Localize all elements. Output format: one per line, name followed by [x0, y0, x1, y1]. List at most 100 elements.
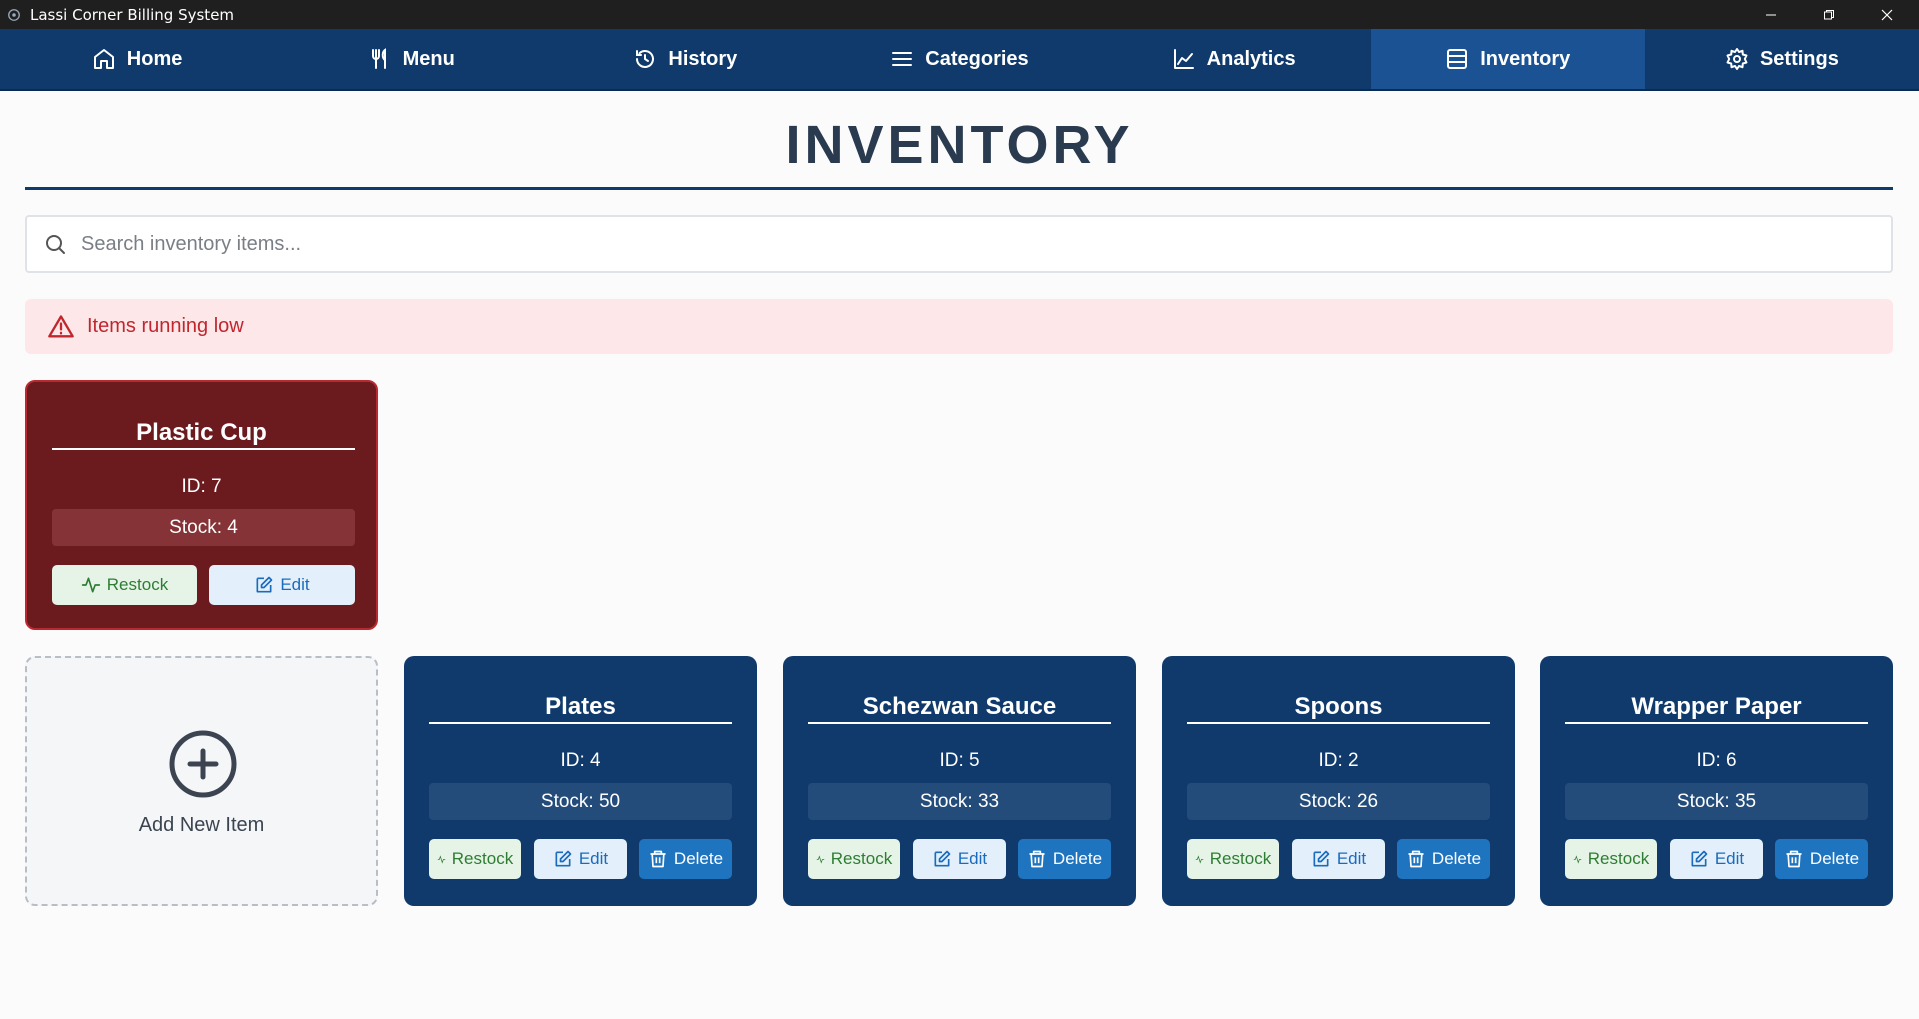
edit-icon — [555, 850, 572, 867]
home-icon — [93, 49, 114, 69]
item-name: Schezwan Sauce — [862, 693, 1057, 720]
item-stock: Stock: 33 — [808, 783, 1111, 820]
inventory-card: Wrapper Paper ID: 6 Stock: 35 Restock Ed… — [1540, 656, 1893, 906]
window-titlebar: Lassi Corner Billing System — [0, 0, 1919, 29]
inventory-card: Plates ID: 4 Stock: 50 Restock Edit Dele… — [404, 656, 757, 906]
activity-icon — [1195, 854, 1204, 864]
restock-label: Restock — [1209, 849, 1272, 868]
inventory-card: Spoons ID: 2 Stock: 26 Restock Edit Dele… — [1162, 656, 1515, 906]
edit-icon — [256, 576, 273, 593]
add-new-item-card[interactable]: Add New Item — [25, 656, 378, 906]
edit-label: Edit — [1714, 849, 1745, 868]
nav-label: History — [668, 47, 738, 70]
item-name: Plates — [545, 693, 616, 720]
card-divider — [429, 722, 732, 724]
item-stock: Stock: 50 — [429, 783, 732, 820]
card-divider — [1187, 722, 1490, 724]
edit-label: Edit — [1336, 849, 1367, 868]
item-id: ID: 2 — [1318, 750, 1359, 771]
inventory-icon — [1447, 49, 1468, 69]
minimize-icon[interactable] — [1742, 0, 1800, 29]
gear-icon — [1726, 48, 1748, 70]
trash-icon — [1786, 850, 1802, 868]
trash-icon — [1408, 850, 1424, 868]
item-stock: Stock: 26 — [1187, 783, 1490, 820]
search-icon — [46, 235, 65, 254]
edit-label: Edit — [280, 575, 310, 594]
title-divider — [25, 187, 1893, 190]
search-input[interactable] — [81, 232, 1891, 256]
delete-button[interactable]: Delete — [639, 839, 732, 879]
card-divider — [808, 722, 1111, 724]
card-divider — [52, 448, 355, 450]
nav-item-settings[interactable]: Settings — [1645, 29, 1919, 89]
edit-button[interactable]: Edit — [1670, 839, 1763, 879]
nav-item-menu[interactable]: Menu — [274, 29, 548, 89]
edit-button[interactable]: Edit — [1292, 839, 1385, 879]
activity-icon — [816, 854, 825, 864]
edit-button[interactable]: Edit — [913, 839, 1006, 879]
nav-item-categories[interactable]: Categories — [822, 29, 1096, 89]
restock-button[interactable]: Restock — [1565, 839, 1657, 879]
nav-label: Inventory — [1480, 47, 1571, 70]
nav-item-inventory[interactable]: Inventory — [1370, 29, 1645, 89]
edit-button[interactable]: Edit — [534, 839, 627, 879]
delete-label: Delete — [1052, 849, 1103, 868]
item-name: Plastic Cup — [136, 419, 267, 446]
item-id: ID: 4 — [560, 750, 601, 771]
add-new-item-label: Add New Item — [138, 814, 265, 836]
restock-button[interactable]: Restock — [1187, 839, 1279, 879]
restock-button[interactable]: Restock — [52, 565, 197, 605]
delete-button[interactable]: Delete — [1775, 839, 1868, 879]
close-icon[interactable] — [1858, 0, 1916, 29]
history-icon — [636, 50, 655, 68]
restock-button[interactable]: Restock — [808, 839, 900, 879]
edit-label: Edit — [578, 849, 609, 868]
nav-label: Categories — [925, 47, 1029, 70]
activity-icon — [1573, 854, 1582, 864]
edit-icon — [1691, 850, 1708, 867]
list-icon — [892, 52, 913, 66]
item-name: Spoons — [1294, 693, 1383, 720]
item-id: ID: 7 — [181, 476, 222, 497]
warning-icon — [48, 314, 74, 337]
activity-icon — [81, 577, 100, 593]
nav-label: Menu — [402, 47, 455, 70]
edit-icon — [1313, 850, 1330, 867]
chart-icon — [1173, 49, 1194, 69]
activity-icon — [437, 854, 446, 864]
card-divider — [1565, 722, 1868, 724]
fork-knife-icon — [371, 48, 386, 69]
nav-item-home[interactable]: Home — [0, 29, 274, 89]
trash-icon — [1029, 850, 1045, 868]
window-title: Lassi Corner Billing System — [30, 5, 235, 24]
nav-item-analytics[interactable]: Analytics — [1097, 29, 1371, 89]
low-stock-card: Plastic Cup ID: 7 Stock: 4 Restock Edit — [25, 380, 378, 630]
item-stock: Stock: 4 — [52, 509, 355, 546]
main-nav: Home Menu History Categories Analytics I… — [0, 29, 1919, 91]
restock-button[interactable]: Restock — [429, 839, 521, 879]
delete-button[interactable]: Delete — [1018, 839, 1111, 879]
edit-button[interactable]: Edit — [209, 565, 355, 605]
edit-icon — [934, 850, 951, 867]
edit-label: Edit — [957, 849, 988, 868]
alert-text: Items running low — [87, 315, 244, 337]
inventory-card: Schezwan Sauce ID: 5 Stock: 33 Restock E… — [783, 656, 1136, 906]
restock-label: Restock — [1587, 849, 1650, 868]
item-id: ID: 5 — [939, 750, 980, 771]
delete-label: Delete — [1431, 849, 1482, 868]
nav-label: Settings — [1759, 47, 1839, 70]
item-name: Wrapper Paper — [1631, 693, 1802, 720]
delete-button[interactable]: Delete — [1397, 839, 1490, 879]
search-box — [25, 215, 1893, 273]
restore-icon[interactable] — [1800, 0, 1858, 29]
add-circle-icon — [169, 730, 237, 798]
restock-label: Restock — [106, 575, 169, 594]
nav-item-history[interactable]: History — [548, 29, 822, 89]
restock-label: Restock — [451, 849, 514, 868]
trash-icon — [650, 850, 666, 868]
item-id: ID: 6 — [1696, 750, 1737, 771]
restock-label: Restock — [830, 849, 893, 868]
delete-label: Delete — [673, 849, 724, 868]
delete-label: Delete — [1809, 849, 1860, 868]
